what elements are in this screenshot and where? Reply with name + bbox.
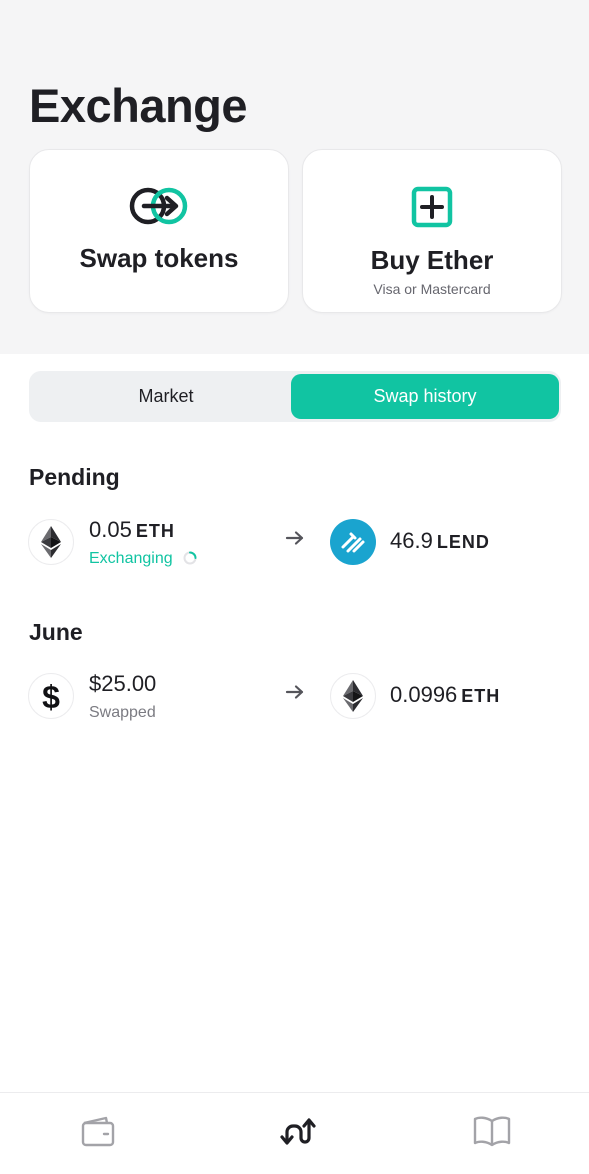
book-icon[interactable]: [472, 1111, 512, 1151]
loading-spinner-icon: [183, 551, 197, 565]
tab-swap-history[interactable]: Swap history: [291, 374, 559, 419]
wallet-icon[interactable]: [78, 1111, 118, 1151]
svg-text:$: $: [42, 679, 60, 713]
buy-ether-subtitle: Visa or Mastercard: [373, 281, 491, 297]
ethereum-icon: [28, 519, 74, 565]
status-swapped: Swapped: [89, 704, 156, 721]
section-title-june: June: [29, 619, 83, 645]
header-section: Exchange Swap tokens Buy Ether Visa or M…: [0, 0, 589, 354]
to-amount-unit: LEND: [436, 532, 490, 552]
to-amount: 0.0996 ETH: [390, 682, 500, 708]
history-tab-switcher: Market Swap history: [29, 371, 561, 422]
from-amount-unit: ETH: [135, 521, 175, 541]
page-title: Exchange: [29, 79, 248, 132]
plus-square-icon: [411, 186, 453, 233]
status-exchanging: Exchanging: [89, 550, 197, 568]
buy-ether-label: Buy Ether: [370, 245, 494, 275]
dollar-icon: $: [28, 673, 74, 719]
section-title-pending: Pending: [29, 464, 120, 490]
transaction-row[interactable]: $ $25.00 Swapped 0.0996 ETH: [0, 662, 589, 732]
transaction-row[interactable]: 0.05 ETH Exchanging 46.9 LEND: [0, 508, 589, 578]
to-amount-unit: ETH: [461, 686, 501, 706]
from-amount: 0.05 ETH: [89, 517, 175, 543]
status-label: Exchanging: [89, 550, 173, 567]
to-amount-value: 46.9: [390, 528, 433, 553]
to-amount: 46.9 LEND: [390, 528, 490, 554]
arrow-right-icon: [285, 684, 305, 705]
swap-arrow-icon: [128, 186, 190, 231]
ethereum-icon: [330, 673, 376, 719]
from-amount-value: $25.00: [89, 671, 157, 696]
to-amount-value: 0.0996: [390, 682, 458, 707]
swap-tokens-label: Swap tokens: [79, 243, 239, 273]
from-amount-value: 0.05: [89, 517, 132, 542]
buy-ether-card[interactable]: Buy Ether Visa or Mastercard: [302, 149, 562, 313]
arrow-right-icon: [285, 530, 305, 551]
from-amount: $25.00: [89, 671, 156, 697]
lend-icon: [330, 519, 376, 565]
exchange-icon[interactable]: [277, 1111, 317, 1151]
tab-market[interactable]: Market: [32, 374, 300, 419]
bottom-tab-bar: [0, 1092, 589, 1174]
swap-tokens-card[interactable]: Swap tokens: [29, 149, 289, 313]
